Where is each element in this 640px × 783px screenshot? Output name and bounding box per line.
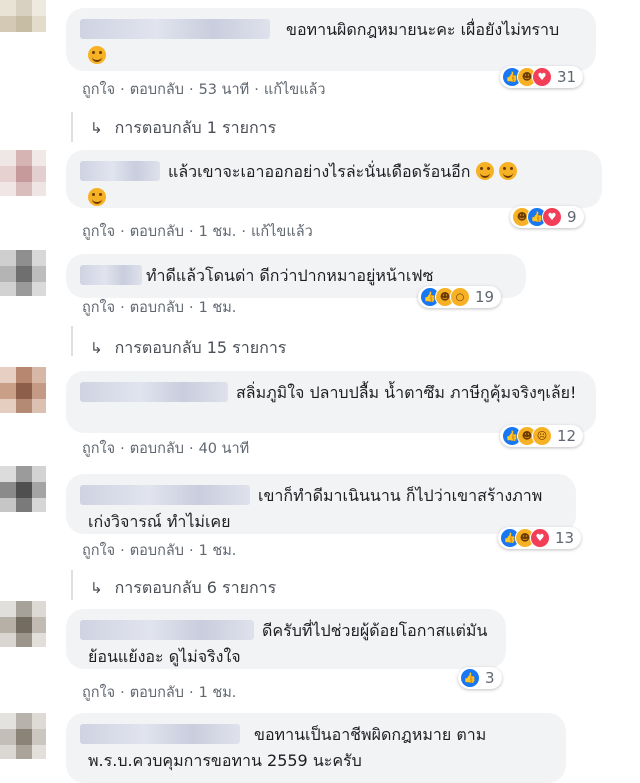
avatar[interactable] bbox=[0, 713, 46, 759]
reply-link[interactable]: ตอบกลับ bbox=[130, 296, 184, 319]
timestamp[interactable]: 1 ชม. bbox=[199, 681, 237, 704]
comment-text: ขอทานผิดกฎหมายนะคะ เผื่อยังไม่ทราบ bbox=[286, 20, 560, 39]
comment-actions: ถูกใจ · ตอบกลับ · 53 นาที · แก้ไขแล้ว bbox=[82, 78, 326, 101]
heart-icon: ♥ bbox=[532, 67, 552, 87]
avatar[interactable] bbox=[0, 250, 46, 296]
reaction-count: 3 bbox=[485, 669, 495, 687]
edited-label[interactable]: แก้ไขแล้ว bbox=[251, 220, 313, 243]
edited-label[interactable]: แก้ไขแล้ว bbox=[264, 78, 326, 101]
like-link[interactable]: ถูกใจ bbox=[82, 296, 115, 319]
heart-icon: ♥ bbox=[530, 528, 550, 548]
comment-text: แล้วเขาจะเอาออกอย่างไรล่ะนั่นเดือดร้อนอี… bbox=[168, 162, 471, 181]
avatar[interactable] bbox=[0, 601, 46, 647]
like-link[interactable]: ถูกใจ bbox=[82, 539, 115, 562]
avatar[interactable] bbox=[0, 466, 46, 512]
timestamp[interactable]: 1 ชม. bbox=[199, 220, 237, 243]
smirk-face-emoji bbox=[88, 46, 106, 64]
reply-link[interactable]: ตอบกลับ bbox=[130, 539, 184, 562]
timestamp[interactable]: 53 นาที bbox=[199, 78, 250, 101]
reaction-count: 31 bbox=[557, 68, 577, 86]
reply-arrow-icon: ↳ bbox=[90, 339, 103, 357]
reply-link[interactable]: ตอบกลับ bbox=[130, 681, 184, 704]
comment-actions: ถูกใจ · ตอบกลับ · 1 ชม. bbox=[82, 296, 236, 319]
comment-bubble: แล้วเขาจะเอาออกอย่างไรล่ะนั่นเดือดร้อนอี… bbox=[66, 150, 602, 208]
reaction-count: 9 bbox=[567, 208, 577, 226]
replies-label: การตอบกลับ 6 รายการ bbox=[114, 578, 277, 597]
reply-arrow-icon: ↳ bbox=[90, 579, 103, 597]
heart-icon: ♥ bbox=[542, 207, 562, 227]
reply-link[interactable]: ตอบกลับ bbox=[130, 220, 184, 243]
wow-icon: ○ bbox=[450, 287, 470, 307]
redacted-name bbox=[80, 724, 240, 744]
timestamp[interactable]: 40 นาที bbox=[199, 437, 250, 460]
comment-bubble: ขอทานผิดกฎหมายนะคะ เผื่อยังไม่ทราบ bbox=[66, 8, 596, 71]
timestamp[interactable]: 1 ชม. bbox=[199, 296, 237, 319]
reaction-count: 13 bbox=[555, 529, 575, 547]
redacted-name bbox=[80, 620, 254, 640]
like-icon: 👍 bbox=[460, 668, 480, 688]
redacted-name bbox=[80, 161, 160, 181]
reply-link[interactable]: ตอบกลับ bbox=[130, 437, 184, 460]
comment-actions: ถูกใจ · ตอบกลับ · 1 ชม. bbox=[82, 539, 236, 562]
reply-arrow-icon: ↳ bbox=[90, 119, 103, 137]
avatar[interactable] bbox=[0, 150, 46, 196]
avatar[interactable] bbox=[0, 0, 46, 36]
laughing-face-emoji bbox=[88, 188, 106, 206]
comment-bubble: ดีครับที่ไปช่วยผู้ด้อยโอกาสแต่มันย้อนแย้… bbox=[66, 609, 506, 669]
comment-bubble: เขาก็ทำดีมาเนินนาน ก็ไปว่าเขาสร้างภาพ เก… bbox=[66, 474, 576, 534]
replies-label: การตอบกลับ 15 รายการ bbox=[114, 338, 287, 357]
comment-bubble: ขอทานเป็นอาชีพผิดกฎหมาย ตาม พ.ร.บ.ควบคุม… bbox=[66, 713, 566, 783]
replies-label: การตอบกลับ 1 รายการ bbox=[114, 118, 277, 137]
redacted-name bbox=[80, 382, 228, 402]
redacted-name bbox=[80, 265, 142, 285]
reaction-summary[interactable]: 👍 ☻ ♥ 31 bbox=[500, 66, 584, 88]
like-link[interactable]: ถูกใจ bbox=[82, 220, 115, 243]
reaction-summary[interactable]: ☻ 👍 ♥ 9 bbox=[510, 206, 584, 228]
comment-actions: ถูกใจ · ตอบกลับ · 1 ชม. bbox=[82, 681, 236, 704]
comment-actions: ถูกใจ · ตอบกลับ · 1 ชม. · แก้ไขแล้ว bbox=[82, 220, 313, 243]
sad-icon: ☹ bbox=[532, 426, 552, 446]
redacted-name bbox=[80, 485, 250, 505]
reaction-summary[interactable]: 👍 3 bbox=[458, 667, 502, 689]
comment-text: สลิ่มภูมิใจ ปลาบปลื้ม น้ำตาซึม ภาษีกูคุ้… bbox=[236, 383, 577, 402]
like-link[interactable]: ถูกใจ bbox=[82, 437, 115, 460]
comment-bubble: สลิ่มภูมิใจ ปลาบปลื้ม น้ำตาซึม ภาษีกูคุ้… bbox=[66, 371, 596, 433]
reply-link[interactable]: ตอบกลับ bbox=[130, 78, 184, 101]
comment-text: ทำดีแล้วโดนด่า ดีกว่าปากหมาอยู่หน้าเฟซ bbox=[146, 266, 434, 285]
timestamp[interactable]: 1 ชม. bbox=[199, 539, 237, 562]
reaction-summary[interactable]: 👍 ☻ ○ 19 bbox=[418, 286, 502, 308]
view-replies-link[interactable]: ↳ การตอบกลับ 15 รายการ bbox=[90, 336, 286, 361]
avatar[interactable] bbox=[0, 367, 46, 413]
reaction-count: 19 bbox=[475, 288, 495, 306]
laughing-face-emoji bbox=[498, 162, 517, 180]
reaction-summary[interactable]: 👍 ☻ ☹ 12 bbox=[500, 425, 584, 447]
view-replies-link[interactable]: ↳ การตอบกลับ 1 รายการ bbox=[90, 116, 276, 141]
reaction-summary[interactable]: 👍 ☻ ♥ 13 bbox=[498, 527, 582, 549]
like-link[interactable]: ถูกใจ bbox=[82, 78, 115, 101]
view-replies-link[interactable]: ↳ การตอบกลับ 6 รายการ bbox=[90, 576, 276, 601]
laughing-face-emoji bbox=[475, 162, 494, 180]
like-link[interactable]: ถูกใจ bbox=[82, 681, 115, 704]
comment-actions: ถูกใจ · ตอบกลับ · 40 นาที bbox=[82, 437, 249, 460]
reaction-count: 12 bbox=[557, 427, 577, 445]
redacted-name bbox=[80, 19, 270, 39]
